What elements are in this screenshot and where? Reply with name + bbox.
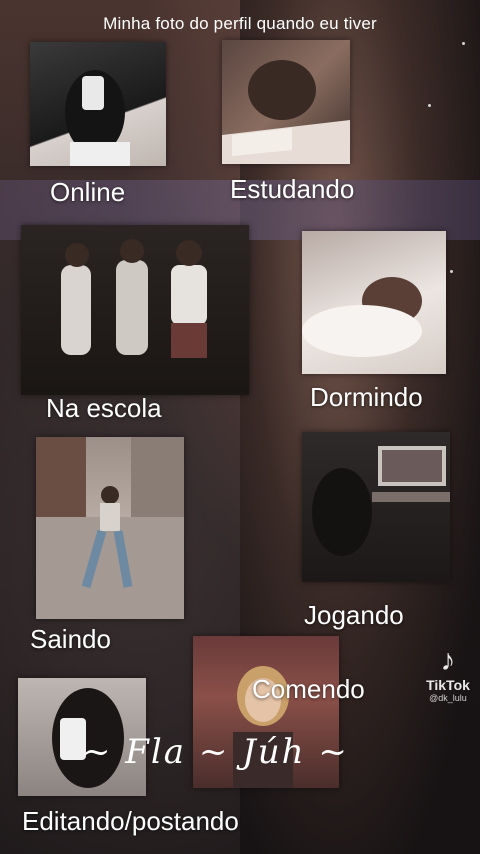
selfie-figure: [65, 70, 130, 166]
photo-dormindo: [302, 231, 446, 374]
photo-na-escola: [21, 225, 249, 395]
label-dormindo: Dormindo: [310, 382, 423, 412]
tiktok-watermark: ♪ TikTok @dk_lulu: [418, 644, 478, 704]
sleeping-figure: [302, 277, 422, 357]
label-saindo: Saindo: [30, 624, 111, 654]
label-na-escola: Na escola: [46, 393, 162, 423]
label-jogando: Jogando: [304, 600, 404, 630]
tiktok-brand: TikTok: [426, 677, 470, 693]
tiktok-handle: @dk_lulu: [429, 693, 467, 703]
tiktok-logo-icon: ♪: [440, 644, 456, 677]
study-scene: [222, 60, 350, 164]
school-group: [61, 239, 207, 358]
street-scene: [36, 437, 184, 619]
story-canvas: Minha foto do perfil quando eu tiver Onl…: [0, 0, 480, 854]
label-online: Online: [50, 177, 126, 207]
photo-jogando: [302, 432, 450, 582]
photo-online: [30, 42, 166, 166]
sparkle: [462, 42, 465, 45]
photo-estudando: [222, 40, 350, 164]
photo-saindo: [36, 437, 184, 619]
sparkle: [450, 270, 453, 273]
label-estudando: Estudando: [230, 174, 355, 204]
label-comendo: Comendo: [252, 674, 365, 704]
signature: ~ Fla ~ Júh ~: [82, 732, 349, 772]
gaming-setup: [312, 446, 450, 556]
caption: Minha foto do perfil quando eu tiver: [103, 14, 377, 33]
sparkle: [428, 104, 431, 107]
label-editando: Editando/postando: [22, 806, 239, 836]
